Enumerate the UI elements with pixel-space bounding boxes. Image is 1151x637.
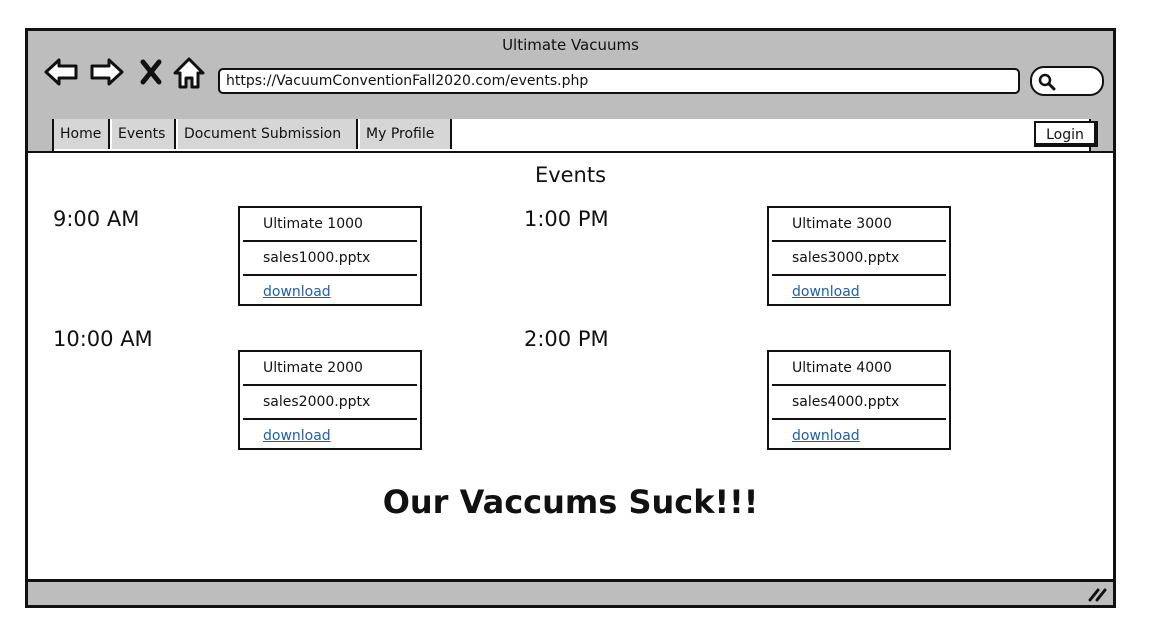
main-content: Events 9:00 AM Ultimate 1000 sales1000.p… bbox=[28, 153, 1113, 583]
nav-tab-bar: Home Events Document Submission My Profi… bbox=[28, 119, 1113, 153]
status-bar bbox=[28, 579, 1113, 605]
download-row: download bbox=[772, 420, 946, 452]
event-card: Ultimate 2000 sales2000.pptx download bbox=[238, 350, 422, 450]
download-link[interactable]: download bbox=[792, 428, 860, 444]
tab-my-profile[interactable]: My Profile bbox=[360, 119, 452, 149]
search-box[interactable] bbox=[1030, 66, 1104, 96]
event-time: 2:00 PM bbox=[524, 327, 609, 351]
product-name: Ultimate 3000 bbox=[772, 208, 946, 242]
event-time: 10:00 AM bbox=[53, 327, 153, 351]
window-title: Ultimate Vacuums bbox=[502, 36, 639, 54]
file-name: sales1000.pptx bbox=[243, 242, 417, 276]
event-card: Ultimate 3000 sales3000.pptx download bbox=[767, 206, 951, 306]
download-link[interactable]: download bbox=[792, 284, 860, 300]
download-row: download bbox=[772, 276, 946, 308]
slogan-text: Our Vaccums Suck!!! bbox=[382, 483, 759, 521]
resize-grip-icon[interactable] bbox=[1087, 586, 1107, 602]
forward-arrow-icon[interactable] bbox=[89, 55, 124, 89]
close-x-icon[interactable] bbox=[138, 55, 172, 89]
title-bar: Ultimate Vacuums https://VacuumConventio… bbox=[28, 31, 1113, 121]
download-row: download bbox=[243, 420, 417, 452]
home-icon[interactable] bbox=[172, 55, 206, 89]
page-title: Events bbox=[534, 163, 607, 187]
back-arrow-icon[interactable] bbox=[43, 55, 78, 89]
tab-document-submission[interactable]: Document Submission bbox=[178, 119, 358, 149]
tab-strip: Home Events Document Submission My Profi… bbox=[52, 119, 1098, 151]
download-link[interactable]: download bbox=[263, 284, 331, 300]
product-name: Ultimate 4000 bbox=[772, 352, 946, 386]
download-row: download bbox=[243, 276, 417, 308]
tab-events[interactable]: Events bbox=[112, 119, 176, 149]
download-link[interactable]: download bbox=[263, 428, 331, 444]
event-time: 1:00 PM bbox=[524, 207, 609, 231]
file-name: sales3000.pptx bbox=[772, 242, 946, 276]
product-name: Ultimate 1000 bbox=[243, 208, 417, 242]
event-card: Ultimate 1000 sales1000.pptx download bbox=[238, 206, 422, 306]
product-name: Ultimate 2000 bbox=[243, 352, 417, 386]
file-name: sales2000.pptx bbox=[243, 386, 417, 420]
file-name: sales4000.pptx bbox=[772, 386, 946, 420]
event-card: Ultimate 4000 sales4000.pptx download bbox=[767, 350, 951, 450]
login-button[interactable]: Login bbox=[1034, 121, 1098, 147]
tab-home[interactable]: Home bbox=[54, 119, 110, 149]
search-icon bbox=[1038, 73, 1056, 91]
address-bar[interactable]: https://VacuumConventionFall2020.com/eve… bbox=[218, 68, 1020, 94]
event-time: 9:00 AM bbox=[53, 207, 140, 231]
browser-window: Ultimate Vacuums https://VacuumConventio… bbox=[25, 28, 1116, 608]
